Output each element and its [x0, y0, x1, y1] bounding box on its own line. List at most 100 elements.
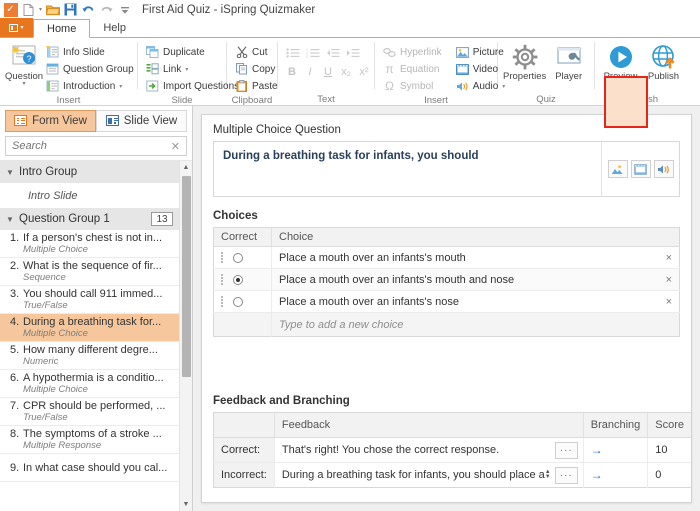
new-icon[interactable]: [21, 2, 36, 17]
info-slide-button[interactable]: Info Slide: [43, 44, 137, 60]
slide-view-tab[interactable]: Slide View: [96, 109, 187, 132]
copy-button[interactable]: Copy: [232, 61, 281, 77]
italic-button[interactable]: I: [308, 66, 311, 78]
choice-3-radio[interactable]: [232, 296, 243, 307]
insert-video-button[interactable]: [630, 160, 651, 178]
choice-row-1[interactable]: Place a mouth over an infants's mouth ×: [213, 246, 680, 269]
search-box[interactable]: ✕: [5, 136, 187, 156]
choice-2-correct-cell[interactable]: [213, 268, 272, 291]
paste-button[interactable]: Paste: [232, 78, 281, 94]
choice-3-text-cell[interactable]: Place a mouth over an infants's nose ×: [271, 290, 680, 313]
insert-picture-button[interactable]: [607, 160, 628, 178]
properties-button[interactable]: Properties: [503, 42, 546, 82]
increase-indent-icon[interactable]: [346, 48, 360, 61]
superscript-button[interactable]: x²: [359, 66, 368, 78]
question-list-item-3[interactable]: 3. You should call 911 immed... True/Fals…: [0, 286, 179, 314]
question-text-box[interactable]: During a breathing task for infants, you…: [213, 141, 680, 197]
subscript-button[interactable]: x₂: [341, 66, 351, 78]
choice-3-correct-cell[interactable]: [213, 290, 272, 313]
feedback-spinner-icon[interactable]: ▲ ▼: [545, 469, 551, 480]
remove-choice-3-icon[interactable]: ×: [666, 296, 672, 308]
question-list-item-4[interactable]: 4. During a breathing task for... Multipl…: [0, 314, 179, 342]
scroll-down-icon[interactable]: ▼: [180, 498, 192, 511]
branching-arrow-icon-2[interactable]: →: [591, 468, 603, 482]
form-view-tab[interactable]: Form View: [5, 109, 96, 132]
feedback-incorrect-score[interactable]: 0: [648, 463, 691, 488]
qat-more-icon[interactable]: [117, 2, 132, 17]
group-question-group-1[interactable]: ▼ Question Group 1 13: [0, 208, 179, 230]
choice-1-text[interactable]: Place a mouth over an infants's mouth: [279, 252, 466, 264]
feedback-incorrect-cell[interactable]: During a breathing task for infants, you…: [274, 462, 584, 488]
branching-arrow-icon-1[interactable]: →: [591, 443, 603, 457]
undo-icon[interactable]: [81, 2, 96, 17]
app-icon[interactable]: ✓: [3, 2, 18, 17]
tab-home[interactable]: Home: [33, 19, 91, 38]
publish-button[interactable]: Publish: [642, 42, 685, 82]
question-list-item-6[interactable]: 6. A hypothermia is a conditio... Multipl…: [0, 370, 179, 398]
remove-choice-2-icon[interactable]: ×: [666, 274, 672, 286]
feedback-correct-score[interactable]: 10: [647, 437, 691, 463]
numbered-list-icon[interactable]: 123: [306, 48, 320, 61]
decrease-indent-icon[interactable]: [326, 48, 340, 61]
equation-button[interactable]: π Equation: [380, 61, 445, 77]
feedback-correct-branching[interactable]: →: [583, 437, 649, 463]
question-dropdown-icon[interactable]: ▾: [23, 81, 26, 87]
symbol-button[interactable]: Ω Symbol: [380, 78, 445, 94]
tab-help[interactable]: Help: [90, 18, 139, 37]
choice-2-radio[interactable]: [232, 274, 243, 285]
choice-1-text-cell[interactable]: Place a mouth over an infants's mouth ×: [271, 246, 680, 269]
feedback-row-incorrect[interactable]: Incorrect: During a breathing task for i…: [213, 462, 692, 488]
clear-icon[interactable]: ✕: [169, 140, 182, 153]
chevron-down-icon[interactable]: ▼: [6, 168, 14, 177]
question-group-button[interactable]: Question Group: [43, 61, 137, 77]
scroll-up-icon[interactable]: ▲: [180, 161, 192, 174]
choice-row-2[interactable]: Place a mouth over an infants's mouth an…: [213, 268, 680, 291]
open-icon[interactable]: [45, 2, 60, 17]
underline-button[interactable]: U: [324, 66, 332, 78]
introduction-caret-icon[interactable]: ▾: [119, 83, 122, 90]
search-input[interactable]: [10, 139, 169, 153]
question-list-item-2[interactable]: 2. What is the sequence of fir... Sequenc…: [0, 258, 179, 286]
choice-1-correct-cell[interactable]: [213, 246, 272, 269]
add-choice-row[interactable]: Type to add a new choice: [213, 312, 680, 337]
question-list-item-7[interactable]: 7. CPR should be performed, ... True/Fals…: [0, 398, 179, 426]
cut-button[interactable]: Cut: [232, 44, 281, 60]
slide-intro-slide[interactable]: Intro Slide: [0, 183, 179, 208]
scrollbar-thumb[interactable]: [181, 176, 191, 377]
sidebar-scrollbar[interactable]: ▲ ▼: [179, 161, 192, 511]
file-menu-button[interactable]: ▾: [0, 18, 33, 37]
question-list-item-5[interactable]: 5. How many different degre... Numeric: [0, 342, 179, 370]
feedback-row-correct[interactable]: Correct: That's right! You chose the cor…: [213, 437, 691, 463]
introduction-button[interactable]: Introduction ▾: [43, 78, 137, 94]
save-icon[interactable]: [63, 2, 78, 17]
choice-1-radio[interactable]: [232, 252, 243, 263]
player-button[interactable]: Player: [548, 42, 589, 82]
chevron-down-icon-2[interactable]: ▼: [6, 215, 14, 224]
add-choice-placeholder[interactable]: Type to add a new choice: [271, 312, 680, 337]
feedback-incorrect-branching[interactable]: →: [583, 462, 649, 488]
feedback-correct-cell[interactable]: That's right! You chose the correct resp…: [274, 437, 584, 463]
remove-choice-1-icon[interactable]: ×: [666, 252, 672, 264]
group-intro-group[interactable]: ▼ Intro Group: [0, 161, 179, 183]
hyperlink-button[interactable]: Hyperlink: [380, 44, 445, 60]
choice-2-text-cell[interactable]: Place a mouth over an infants's mouth an…: [271, 268, 680, 291]
feedback-correct-text[interactable]: That's right! You chose the correct resp…: [282, 444, 555, 456]
question-list-item-9[interactable]: 9. In what case should you cal...: [0, 454, 179, 482]
link-caret-icon[interactable]: ▾: [185, 66, 188, 73]
question-text[interactable]: During a breathing task for infants, you…: [214, 142, 601, 196]
scrollbar-track[interactable]: [180, 174, 192, 498]
feedback-incorrect-ellipsis-button[interactable]: ···: [554, 466, 578, 484]
choice-row-3[interactable]: Place a mouth over an infants's nose ×: [213, 290, 680, 313]
new-dropdown-icon[interactable]: ▾: [39, 6, 42, 13]
insert-audio-button[interactable]: [653, 160, 674, 178]
question-list-item-1[interactable]: 1. If a person's chest is not in... Multi…: [0, 230, 179, 258]
question-list-item-8[interactable]: 8. The symptoms of a stroke ... Multiple …: [0, 426, 179, 454]
choice-2-text[interactable]: Place a mouth over an infants's mouth an…: [279, 274, 514, 286]
question-button[interactable]: ? Question ▾: [5, 42, 43, 87]
redo-icon[interactable]: [99, 2, 114, 17]
feedback-correct-ellipsis-button[interactable]: ···: [554, 441, 578, 459]
feedback-incorrect-text[interactable]: During a breathing task for infants, you…: [282, 469, 545, 481]
bullet-list-icon[interactable]: [286, 48, 300, 61]
bold-button[interactable]: B: [288, 66, 296, 78]
choice-3-text[interactable]: Place a mouth over an infants's nose: [279, 296, 459, 308]
